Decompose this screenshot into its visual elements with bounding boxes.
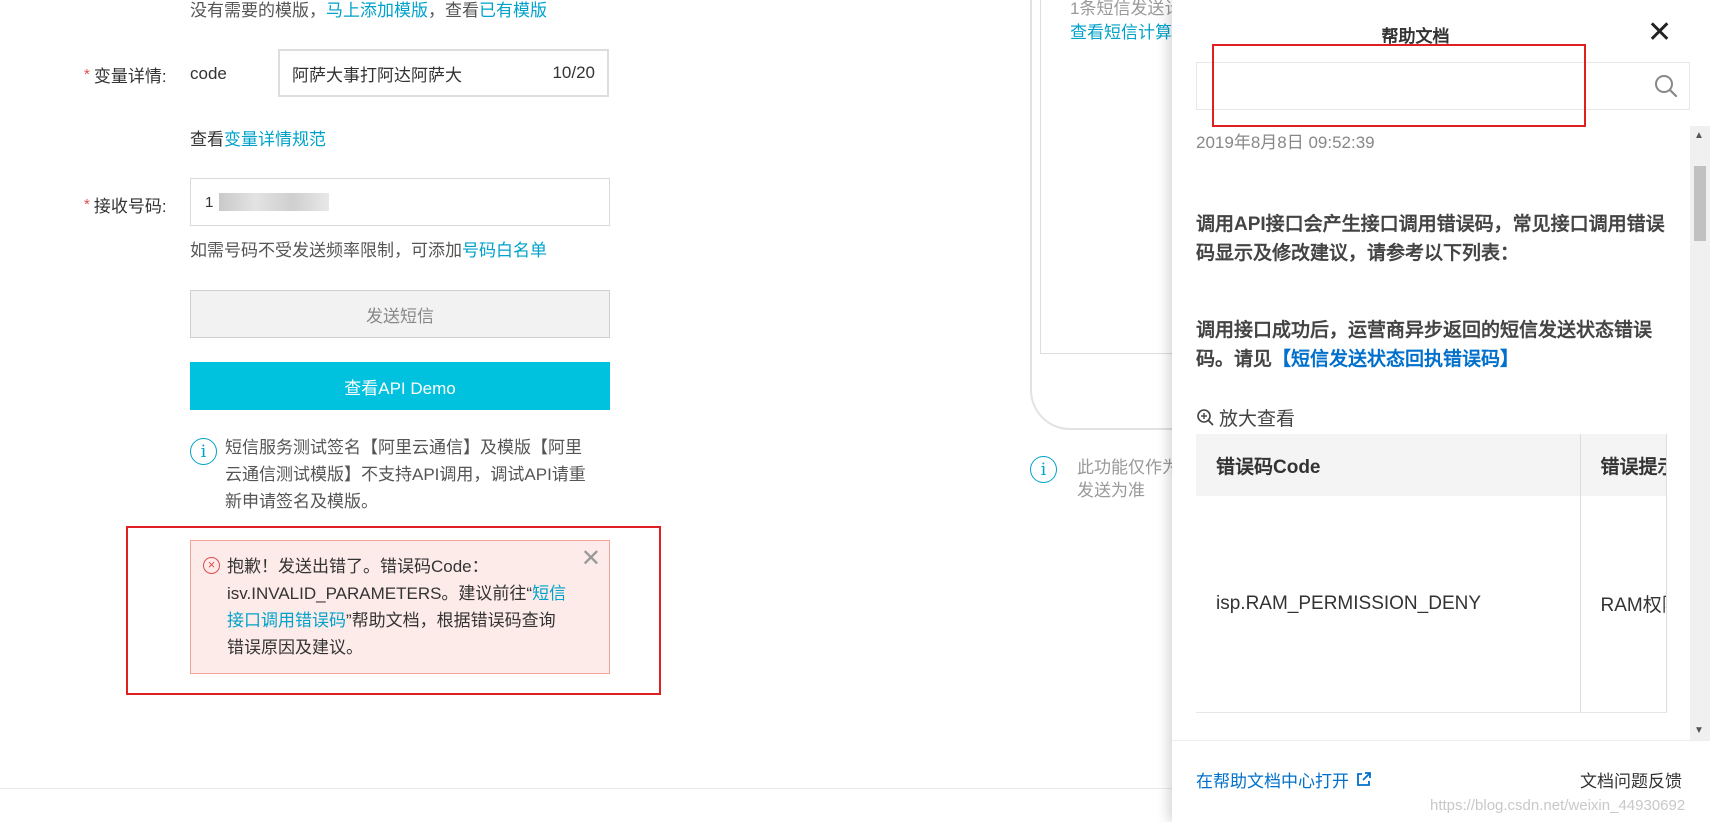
external-link-icon <box>1357 772 1371 786</box>
doc-paragraph-2: 调用接口成功后，运营商异步返回的短信发送状态错误码。请见【短信发送状态回执错误码… <box>1196 316 1666 374</box>
table-header-row: 错误码Code 错误提示 <box>1196 434 1667 496</box>
open-in-help-center-link[interactable]: 在帮助文档中心打开 <box>1196 767 1372 792</box>
status-receipt-error-link[interactable]: 【短信发送状态回执错误码】 <box>1272 349 1519 370</box>
help-scrollbar[interactable]: ▲ ▼ <box>1690 126 1710 740</box>
help-footer: 在帮助文档中心打开 文档问题反馈 https://blog.csdn.net/w… <box>1172 740 1710 822</box>
scrollbar-thumb[interactable] <box>1694 166 1706 241</box>
required-mark: * <box>84 66 90 83</box>
variable-char-count: 10/20 <box>552 63 595 82</box>
info-text: 短信服务测试签名【阿里云通信】及模版【阿里 云通信测试模版】不支持API调用，调… <box>225 434 586 515</box>
highlight-frame-error <box>126 526 661 695</box>
variable-label-row: * 变量详情: <box>84 62 167 87</box>
info-notice: i 短信服务测试签名【阿里云通信】及模版【阿里 云通信测试模版】不支持API调用… <box>190 434 586 515</box>
whitelist-link[interactable]: 号码白名单 <box>462 241 547 260</box>
watermark: https://blog.csdn.net/weixin_44930692 <box>1430 797 1686 814</box>
doc-date: 2019年8月8日 09:52:39 <box>1196 133 1375 152</box>
zoom-label: 放大查看 <box>1219 409 1296 430</box>
variable-value-input[interactable]: 阿萨大事打阿达阿萨大 10/20 <box>278 49 609 97</box>
doc-feedback-link[interactable]: 文档问题反馈 <box>1580 767 1682 792</box>
variable-value: 阿萨大事打阿达阿萨大 <box>292 65 462 85</box>
close-icon[interactable]: ✕ <box>1647 18 1672 48</box>
variable-spec-prefix: 查看 <box>190 130 224 149</box>
help-panel: 帮助文档 ✕ 2019年8月8日 09:52:39 调用API接口会产生接口调用… <box>1172 0 1710 822</box>
add-template-link[interactable]: 马上添加模版 <box>326 1 428 20</box>
phone-value-char: 1 <box>205 193 214 211</box>
function-note-line: 此功能仅作为 <box>1077 458 1179 477</box>
preview-calc-link[interactable]: 查看短信计算 <box>1070 18 1172 43</box>
doc-paragraph-1: 调用API接口会产生接口调用错误码，常见接口调用错误码显示及修改建议，请参考以下… <box>1196 214 1665 264</box>
column-header: 错误码Code <box>1196 434 1581 496</box>
info-line: 新申请签名及模版。 <box>225 492 378 511</box>
variable-name: code <box>190 64 227 83</box>
column-header: 错误提示 <box>1580 434 1667 496</box>
existing-templates-link[interactable]: 已有模版 <box>479 1 547 20</box>
send-sms-button[interactable]: 发送短信 <box>190 290 610 338</box>
template-tip-prefix: 没有需要的模版， <box>190 1 326 20</box>
phone-tip-text: 如需号码不受发送频率限制，可添加 <box>190 241 462 260</box>
help-content: 2019年8月8日 09:52:39 调用API接口会产生接口调用错误码，常见接… <box>1172 126 1692 740</box>
variable-spec-link[interactable]: 变量详情规范 <box>224 130 326 149</box>
scroll-up-arrow-icon[interactable]: ▲ <box>1694 130 1704 141</box>
search-icon[interactable] <box>1653 73 1679 99</box>
template-tip-middle: ，查看 <box>428 1 479 20</box>
redacted-phone-number <box>219 193 330 211</box>
phone-label-row: * 接收号码: <box>84 192 167 217</box>
table-cell: isp.RAM_PERMISSION_DENY <box>1196 496 1581 713</box>
required-mark: * <box>84 196 90 213</box>
table-row: isp.RAM_PERMISSION_DENY RAM权限DENY <box>1196 496 1667 713</box>
template-tip: 没有需要的模版，马上添加模版，查看已有模版 <box>190 0 547 21</box>
error-code-table: 错误码Code 错误提示 isp.RAM_PERMISSION_DENY RAM… <box>1196 434 1667 713</box>
phone-number-input[interactable]: 1 <box>190 178 610 226</box>
open-in-help-center-label: 在帮助文档中心打开 <box>1196 772 1349 791</box>
scroll-down-arrow-icon[interactable]: ▼ <box>1694 725 1704 736</box>
help-search-box <box>1196 62 1690 110</box>
info-icon: i <box>190 438 217 465</box>
table-cell: RAM权限DENY <box>1580 496 1667 713</box>
variable-label: 变量详情: <box>93 67 167 86</box>
phone-label: 接收号码: <box>93 197 167 216</box>
phone-tip-row: 如需号码不受发送频率限制，可添加号码白名单 <box>190 236 547 261</box>
info-icon: i <box>1030 456 1057 483</box>
variable-spec-row: 查看变量详情规范 <box>190 125 326 150</box>
footer-divider <box>0 788 1172 789</box>
api-demo-button[interactable]: 查看API Demo <box>190 362 610 410</box>
help-search-input[interactable] <box>1197 63 1689 109</box>
function-note-line: 发送为准 <box>1077 481 1145 500</box>
help-panel-title: 帮助文档 <box>1381 27 1450 46</box>
info-line: 短信服务测试签名【阿里云通信】及模版【阿里 <box>225 438 582 457</box>
function-note: 此功能仅作为 发送为准 <box>1077 456 1179 502</box>
info-line: 云通信测试模版】不支持API调用，调试API请重 <box>225 465 586 484</box>
zoom-row[interactable]: 放大查看 <box>1196 404 1295 431</box>
zoom-in-icon <box>1197 409 1214 426</box>
